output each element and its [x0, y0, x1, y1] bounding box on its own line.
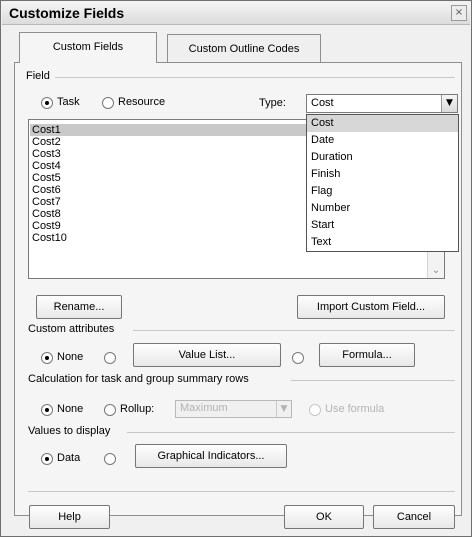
resource-radio[interactable] [102, 97, 114, 109]
custom-attributes-none-radio[interactable] [41, 352, 53, 364]
field-group-divider [55, 77, 455, 78]
task-label: Task [57, 96, 80, 108]
list-item[interactable]: Cost8 [32, 208, 61, 220]
type-select-value: Cost [311, 97, 334, 109]
value-list-button[interactable]: Value List... [133, 343, 281, 367]
graphical-indicators-button-label: Graphical Indicators... [157, 450, 265, 462]
customize-fields-dialog: Customize Fields × Custom Fields Custom … [0, 0, 472, 537]
calculation-none-label: None [57, 403, 84, 415]
type-label: Type: [259, 97, 286, 109]
custom-attributes-label: Custom attributes [28, 323, 115, 335]
custom-attributes-divider [133, 330, 455, 331]
list-item[interactable]: Cost10 [32, 232, 67, 244]
rename-button[interactable]: Rename... [36, 295, 122, 319]
footer-divider [28, 491, 455, 492]
resource-label: Resource [118, 96, 166, 108]
value-list-radio[interactable] [104, 352, 116, 364]
custom-attributes-none-label: None [57, 351, 84, 363]
type-dropdown-list[interactable]: Cost Date Duration Finish Flag Number St… [306, 114, 459, 252]
cancel-button-label: Cancel [396, 511, 432, 523]
ok-button[interactable]: OK [284, 505, 364, 529]
type-option[interactable]: Start [307, 217, 458, 234]
rollup-select[interactable]: Maximum ▼ [175, 400, 292, 418]
tab-custom-outline-codes-label: Custom Outline Codes [188, 43, 300, 55]
ok-button-label: OK [316, 511, 332, 523]
formula-button-label: Formula... [342, 349, 392, 361]
tab-custom-outline-codes[interactable]: Custom Outline Codes [167, 34, 321, 63]
type-select[interactable]: Cost ▼ [306, 94, 458, 113]
calculation-label: Calculation for task and group summary r… [28, 373, 249, 385]
calculation-divider [291, 380, 455, 381]
list-item[interactable]: Cost3 [32, 148, 61, 160]
rollup-label: Rollup: [120, 403, 155, 415]
values-to-display-label: Values to display [28, 425, 111, 437]
type-option[interactable]: Duration [307, 149, 458, 166]
scroll-down-icon[interactable]: ⌄ [430, 265, 442, 277]
use-formula-radio[interactable] [309, 404, 321, 416]
chevron-down-icon: ▼ [276, 401, 291, 417]
list-item[interactable]: Cost7 [32, 196, 61, 208]
values-data-radio[interactable] [41, 453, 53, 465]
type-option[interactable]: Finish [307, 166, 458, 183]
list-item[interactable]: Cost9 [32, 220, 61, 232]
tab-custom-fields-label: Custom Fields [52, 41, 124, 53]
formula-radio[interactable] [292, 352, 304, 364]
rename-button-label: Rename... [53, 301, 105, 313]
close-icon[interactable]: × [451, 5, 467, 21]
help-button-label: Help [58, 511, 81, 523]
dialog-title: Customize Fields [9, 5, 125, 21]
chevron-down-icon[interactable]: ▼ [441, 95, 457, 112]
task-radio[interactable] [41, 97, 53, 109]
type-option[interactable]: Date [307, 132, 458, 149]
calculation-none-radio[interactable] [41, 404, 53, 416]
help-button[interactable]: Help [29, 505, 110, 529]
type-option[interactable]: Flag [307, 183, 458, 200]
rollup-radio[interactable] [104, 404, 116, 416]
value-list-button-label: Value List... [178, 349, 236, 361]
rollup-select-value: Maximum [180, 402, 228, 414]
field-group-label: Field [26, 70, 50, 82]
graphical-indicators-button[interactable]: Graphical Indicators... [135, 444, 287, 468]
use-formula-label: Use formula [325, 403, 385, 415]
values-data-label: Data [57, 452, 81, 464]
values-to-display-divider [127, 432, 455, 433]
type-option[interactable]: Text [307, 234, 458, 251]
list-item[interactable]: Cost2 [32, 136, 61, 148]
import-custom-field-button-label: Import Custom Field... [316, 301, 426, 313]
tab-custom-fields[interactable]: Custom Fields [19, 32, 157, 63]
type-option[interactable]: Number [307, 200, 458, 217]
import-custom-field-button[interactable]: Import Custom Field... [297, 295, 445, 319]
cancel-button[interactable]: Cancel [373, 505, 455, 529]
list-item[interactable]: Cost5 [32, 172, 61, 184]
list-item[interactable]: Cost6 [32, 184, 61, 196]
list-item[interactable]: Cost4 [32, 160, 61, 172]
title-bar: Customize Fields × [2, 2, 470, 25]
list-item[interactable]: Cost1 [30, 124, 312, 136]
graphical-indicators-radio[interactable] [104, 453, 116, 465]
type-option[interactable]: Cost [307, 115, 458, 132]
formula-button[interactable]: Formula... [319, 343, 415, 367]
